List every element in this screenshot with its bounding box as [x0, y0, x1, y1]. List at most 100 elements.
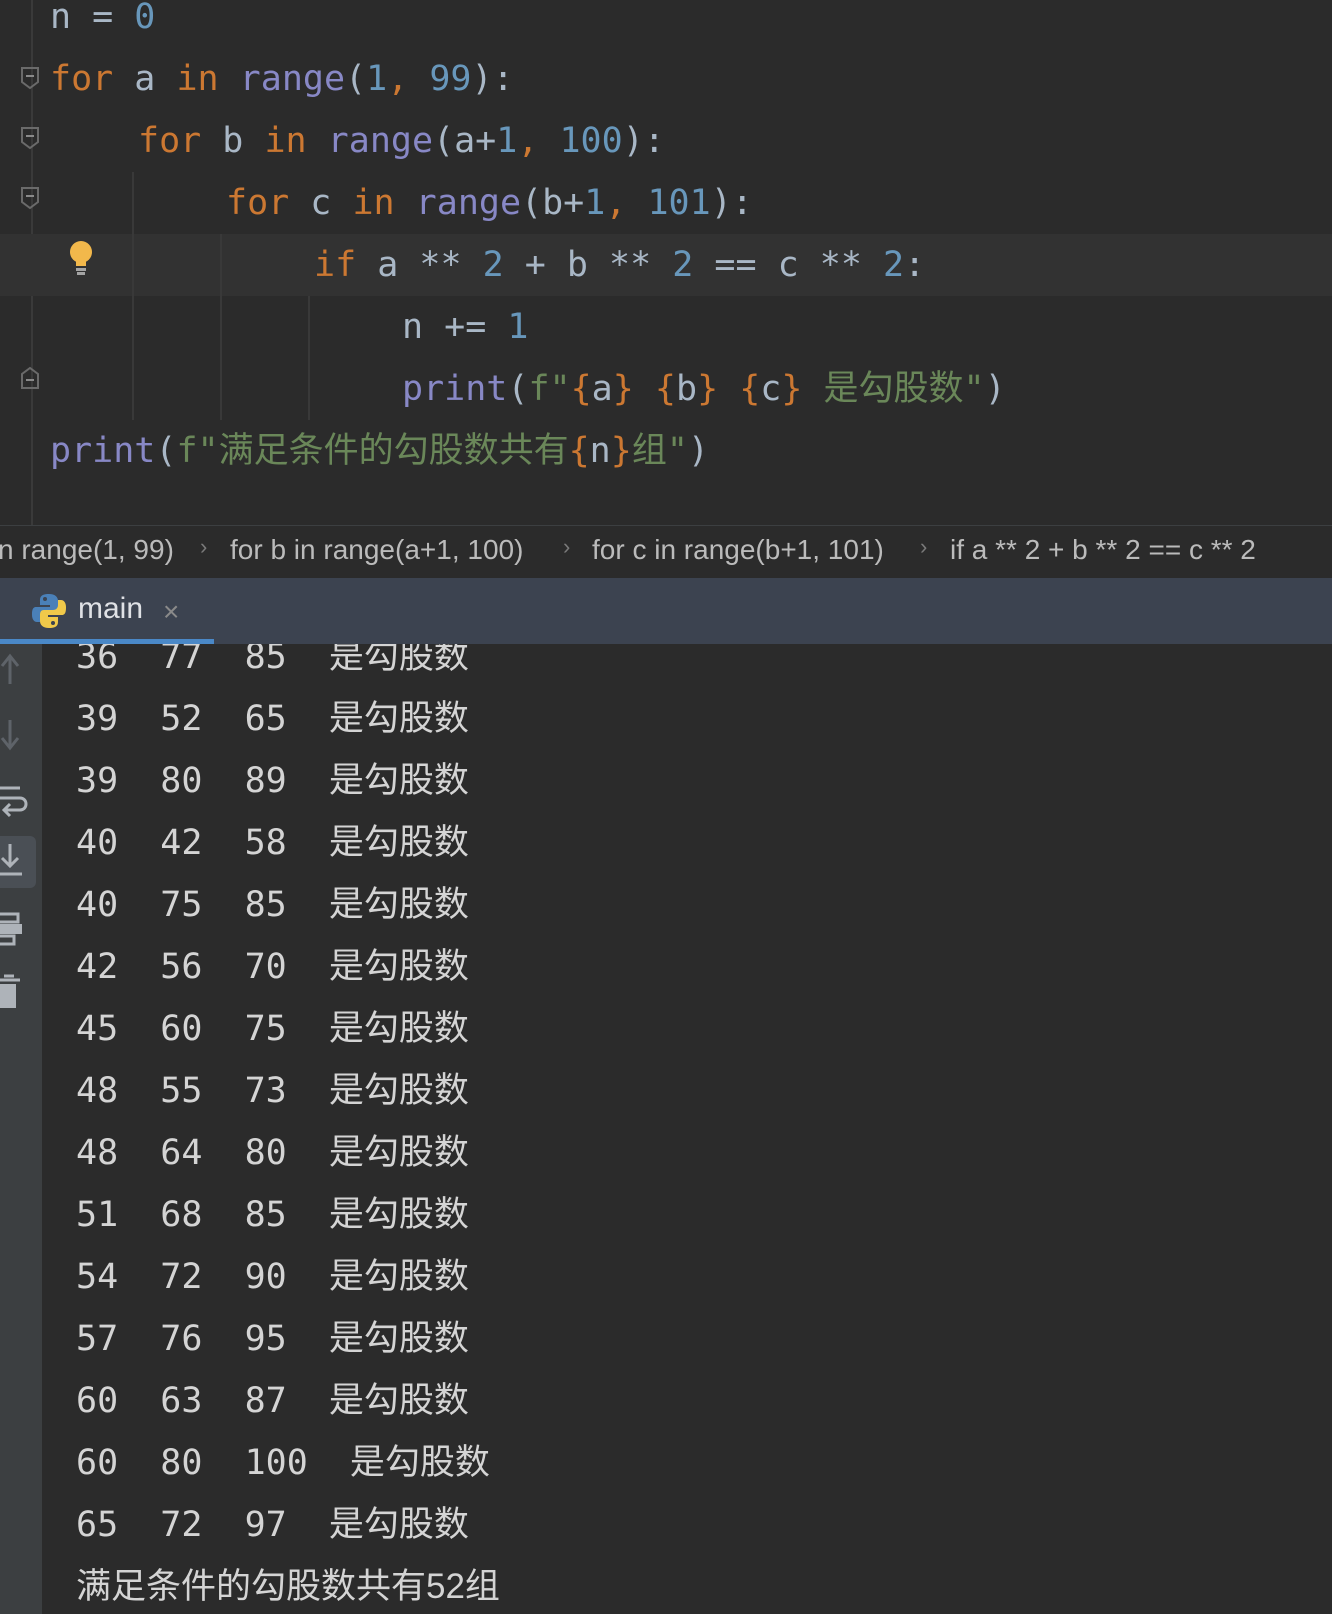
code-token: 是勾股数" [802, 369, 985, 409]
code-token: , [387, 59, 430, 99]
code-token: in [264, 121, 307, 161]
code-line-6[interactable]: n += 1 [0, 296, 1332, 358]
arrow-up-icon[interactable] [0, 644, 36, 696]
code-token: + b ** [503, 245, 673, 285]
code-token: } [697, 369, 719, 409]
code-token: 2 [482, 245, 504, 285]
code-token: 100 [559, 121, 623, 161]
code-token: n += [402, 307, 508, 347]
code-token: 2 [672, 245, 694, 285]
code-token: } [610, 431, 632, 471]
code-token: a ** [356, 245, 483, 285]
close-icon[interactable]: × [163, 596, 179, 628]
code-token: a [591, 369, 613, 409]
breadcrumb-item-for-c[interactable]: for c in range(b+1, 101) [592, 534, 884, 566]
breadcrumb-separator: › [563, 534, 571, 559]
code-line-4[interactable]: for c in range(b+1, 101): [0, 172, 1332, 234]
print-icon[interactable] [0, 902, 36, 954]
indent-guide [220, 234, 222, 420]
breadcrumb-item-for-a[interactable]: n range(1, 99) [0, 534, 174, 566]
code-token: { [568, 431, 590, 471]
code-token: ): [710, 183, 753, 223]
code-token: ( [345, 59, 367, 99]
code-token: range [239, 59, 346, 99]
breadcrumb-item-if[interactable]: if a ** 2 + b ** 2 == c ** 2 [950, 534, 1256, 566]
code-line-1[interactable]: n = 0 [0, 0, 1332, 48]
code-token: for [50, 59, 114, 99]
code-token: == c ** [693, 245, 883, 285]
breadcrumb-item-for-b[interactable]: for b in range(a+1, 100) [230, 534, 523, 566]
code-token: { [654, 369, 676, 409]
code-token: f"满足条件的勾股数共有 [176, 431, 569, 471]
console-line: 57 76 95 是勾股数 [76, 1319, 469, 1359]
code-token: ): [471, 59, 514, 99]
code-token: 101 [647, 183, 711, 223]
console-line: 39 52 65 是勾股数 [76, 699, 469, 739]
arrow-down-icon[interactable] [0, 710, 36, 762]
code-token: ( [155, 431, 177, 471]
code-token: range [415, 183, 522, 223]
code-token: , [605, 183, 648, 223]
code-token: b [201, 121, 265, 161]
code-line-3[interactable]: for b in range(a+1, 100): [0, 110, 1332, 172]
console-line: 51 68 85 是勾股数 [76, 1195, 469, 1235]
code-token: in [352, 183, 395, 223]
code-token: print [50, 431, 156, 471]
soft-wrap-icon[interactable] [0, 774, 36, 826]
console-line: 48 64 80 是勾股数 [76, 1133, 469, 1173]
console-line: 60 80 100 是勾股数 [76, 1443, 490, 1483]
code-token: ) [984, 369, 1006, 409]
code-token: ): [622, 121, 665, 161]
tab-main[interactable]: main × [0, 578, 214, 644]
console-line: 48 55 73 是勾股数 [76, 1071, 469, 1111]
trash-icon[interactable] [0, 966, 36, 1018]
breadcrumb-separator: › [920, 534, 928, 559]
console-line: 45 60 75 是勾股数 [76, 1009, 469, 1049]
code-token: 1 [366, 59, 388, 99]
code-token: range [327, 121, 434, 161]
console-line: 65 72 97 是勾股数 [76, 1505, 469, 1545]
scroll-to-end-icon[interactable] [0, 836, 36, 888]
code-line-2[interactable]: for a in range(1, 99): [0, 48, 1332, 110]
code-token: c [760, 369, 782, 409]
console-line: 36 77 85 是勾股数 [76, 644, 469, 677]
code-token: ( [507, 369, 529, 409]
code-token: b [675, 369, 698, 409]
console-line: 42 56 70 是勾股数 [76, 947, 469, 987]
indent-guide [308, 296, 310, 420]
code-token: 1 [496, 121, 518, 161]
console-output[interactable]: 36 77 85 是勾股数 39 52 65 是勾股数 39 80 89 是勾股… [0, 644, 1332, 1614]
console-line: 40 42 58 是勾股数 [76, 823, 469, 863]
python-icon [32, 594, 66, 628]
code-token: if [314, 245, 357, 285]
code-editor[interactable]: n = 0 for a in range(1, 99): for b in ra… [0, 0, 1332, 525]
code-line-8[interactable]: print(f"满足条件的勾股数共有{n}组") [0, 420, 1332, 482]
code-token: n = [50, 0, 135, 37]
code-token: } [781, 369, 803, 409]
console-total-line: 满足条件的勾股数共有52组 [76, 1567, 500, 1606]
code-line-5-current[interactable]: if a ** 2 + b ** 2 == c ** 2: [0, 234, 1332, 296]
code-token: { [739, 369, 761, 409]
run-tab-bar: main × [0, 578, 1332, 644]
code-token: for [226, 183, 290, 223]
lightbulb-icon[interactable] [68, 240, 94, 276]
code-token: f" [528, 369, 571, 409]
code-line-7[interactable]: print(f"{a} {b} {c} 是勾股数") [0, 358, 1332, 420]
console-line: 54 72 90 是勾股数 [76, 1257, 469, 1297]
code-token: 0 [134, 0, 156, 37]
breadcrumb: n range(1, 99) › for b in range(a+1, 100… [0, 525, 1332, 578]
code-token: print [402, 369, 508, 409]
console-toolstrip [0, 644, 42, 1614]
code-token: a [113, 59, 177, 99]
code-token: 2 [882, 245, 905, 285]
code-token: ) [687, 431, 709, 471]
code-token: 1 [507, 307, 529, 347]
code-token: 1 [584, 183, 606, 223]
code-token: , [517, 121, 560, 161]
console-line: 60 63 87 是勾股数 [76, 1381, 469, 1421]
code-token: } [612, 369, 634, 409]
